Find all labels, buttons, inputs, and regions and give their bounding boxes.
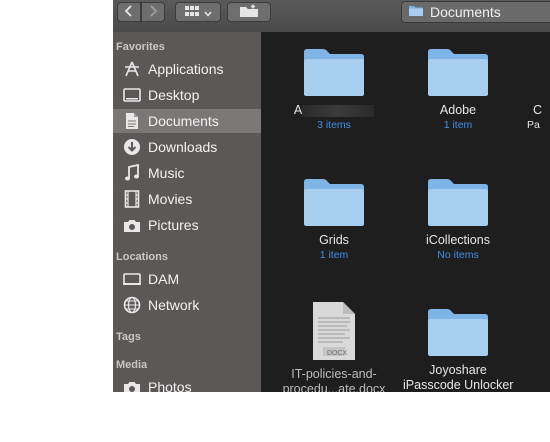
folder-icon xyxy=(403,176,513,228)
photos-icon xyxy=(122,378,142,392)
chevron-right-icon xyxy=(148,4,158,20)
sidebar-item-label: DAM xyxy=(148,271,180,287)
path-control[interactable]: Documents xyxy=(401,1,550,23)
finder-window: Documents Favorites Applications Desktop… xyxy=(113,0,550,392)
docx-label: DOCX xyxy=(327,350,348,357)
file-name-line2: procedu...ate.docx xyxy=(282,382,386,392)
sidebar-item-label: Music xyxy=(148,165,185,181)
file-item-folder[interactable]: iCollections No items xyxy=(403,176,513,261)
folder-icon xyxy=(403,46,513,98)
applications-icon xyxy=(122,60,142,78)
chevron-down-icon xyxy=(204,5,212,20)
file-name-line2: Pa xyxy=(527,119,540,131)
new-folder-button[interactable] xyxy=(227,2,271,22)
drive-icon xyxy=(122,270,142,288)
sidebar-section-locations: Locations xyxy=(116,251,168,263)
desktop-icon xyxy=(122,86,142,104)
sidebar-item-label: Movies xyxy=(148,191,193,207)
sidebar-item-desktop[interactable]: Desktop xyxy=(113,83,261,107)
folder-icon xyxy=(403,306,513,358)
file-name-line2: iPasscode Unlocker xyxy=(403,378,514,392)
music-icon xyxy=(122,164,142,182)
file-name: iCollections xyxy=(426,233,490,247)
folder-icon xyxy=(279,46,389,98)
file-name: C xyxy=(533,103,543,117)
toolbar: Documents xyxy=(113,0,550,33)
file-item-folder[interactable]: Joyoshare iPasscode Unlocker xyxy=(403,306,513,392)
sidebar-section-tags: Tags xyxy=(116,331,141,343)
network-icon xyxy=(122,296,142,314)
item-count: 1 item xyxy=(319,249,349,261)
sidebar-item-documents[interactable]: Documents xyxy=(113,109,261,133)
sidebar-item-label: Documents xyxy=(148,113,219,129)
file-item-folder[interactable]: A 3 items xyxy=(279,46,389,131)
path-label: Documents xyxy=(430,4,501,20)
sidebar-section-favorites: Favorites xyxy=(116,41,165,53)
file-item-folder[interactable]: Grids 1 item xyxy=(279,176,389,261)
chevron-left-icon xyxy=(124,4,134,20)
item-count: 3 items xyxy=(317,119,351,131)
sidebar-section-media: Media xyxy=(116,359,148,371)
file-name: Joyoshare xyxy=(429,363,487,377)
sidebar-item-label: Desktop xyxy=(148,87,200,103)
file-name: Adobe xyxy=(439,103,477,117)
sidebar-item-pictures[interactable]: Pictures xyxy=(113,213,261,237)
downloads-icon xyxy=(122,138,142,156)
sidebar-item-music[interactable]: Music xyxy=(113,161,261,185)
movies-icon xyxy=(122,190,142,208)
file-name: A xyxy=(279,103,389,117)
file-item-docx[interactable]: DOCX IT-policies-and- procedu...ate.docx xyxy=(279,300,389,392)
sidebar-item-photos[interactable]: Photos xyxy=(113,375,261,392)
sidebar-item-label: Downloads xyxy=(148,139,218,155)
forward-button[interactable] xyxy=(141,2,165,22)
sidebar-item-label: Applications xyxy=(148,61,224,77)
documents-icon xyxy=(122,112,142,130)
sidebar-item-dam[interactable]: DAM xyxy=(113,267,261,291)
view-options-button[interactable] xyxy=(175,2,221,22)
sidebar-item-label: Pictures xyxy=(148,217,199,233)
sidebar: Favorites Applications Desktop Documents… xyxy=(113,32,261,392)
sidebar-item-applications[interactable]: Applications xyxy=(113,57,261,81)
redacted-text xyxy=(302,104,375,117)
folder-icon xyxy=(279,176,389,228)
new-folder-icon xyxy=(239,4,259,21)
item-count: No items xyxy=(437,249,479,261)
file-item-folder[interactable]: Adobe 1 item xyxy=(403,46,513,131)
file-name: Grids xyxy=(319,233,349,247)
sidebar-item-network[interactable]: Network xyxy=(113,293,261,317)
sidebar-item-label: Network xyxy=(148,297,200,313)
file-name: IT-policies-and- xyxy=(291,367,377,381)
back-button[interactable] xyxy=(117,2,141,22)
sidebar-item-movies[interactable]: Movies xyxy=(113,187,261,211)
sidebar-item-label: Photos xyxy=(148,379,192,392)
file-item-partial[interactable]: C Pa xyxy=(501,46,550,131)
file-grid: A 3 items Adobe 1 item C Pa Grids 1 item xyxy=(261,32,550,392)
icon-view-grid-icon xyxy=(184,5,200,20)
pictures-icon xyxy=(122,216,142,234)
item-count: 1 item xyxy=(443,119,473,131)
sidebar-item-downloads[interactable]: Downloads xyxy=(113,135,261,159)
folder-icon xyxy=(408,4,424,20)
